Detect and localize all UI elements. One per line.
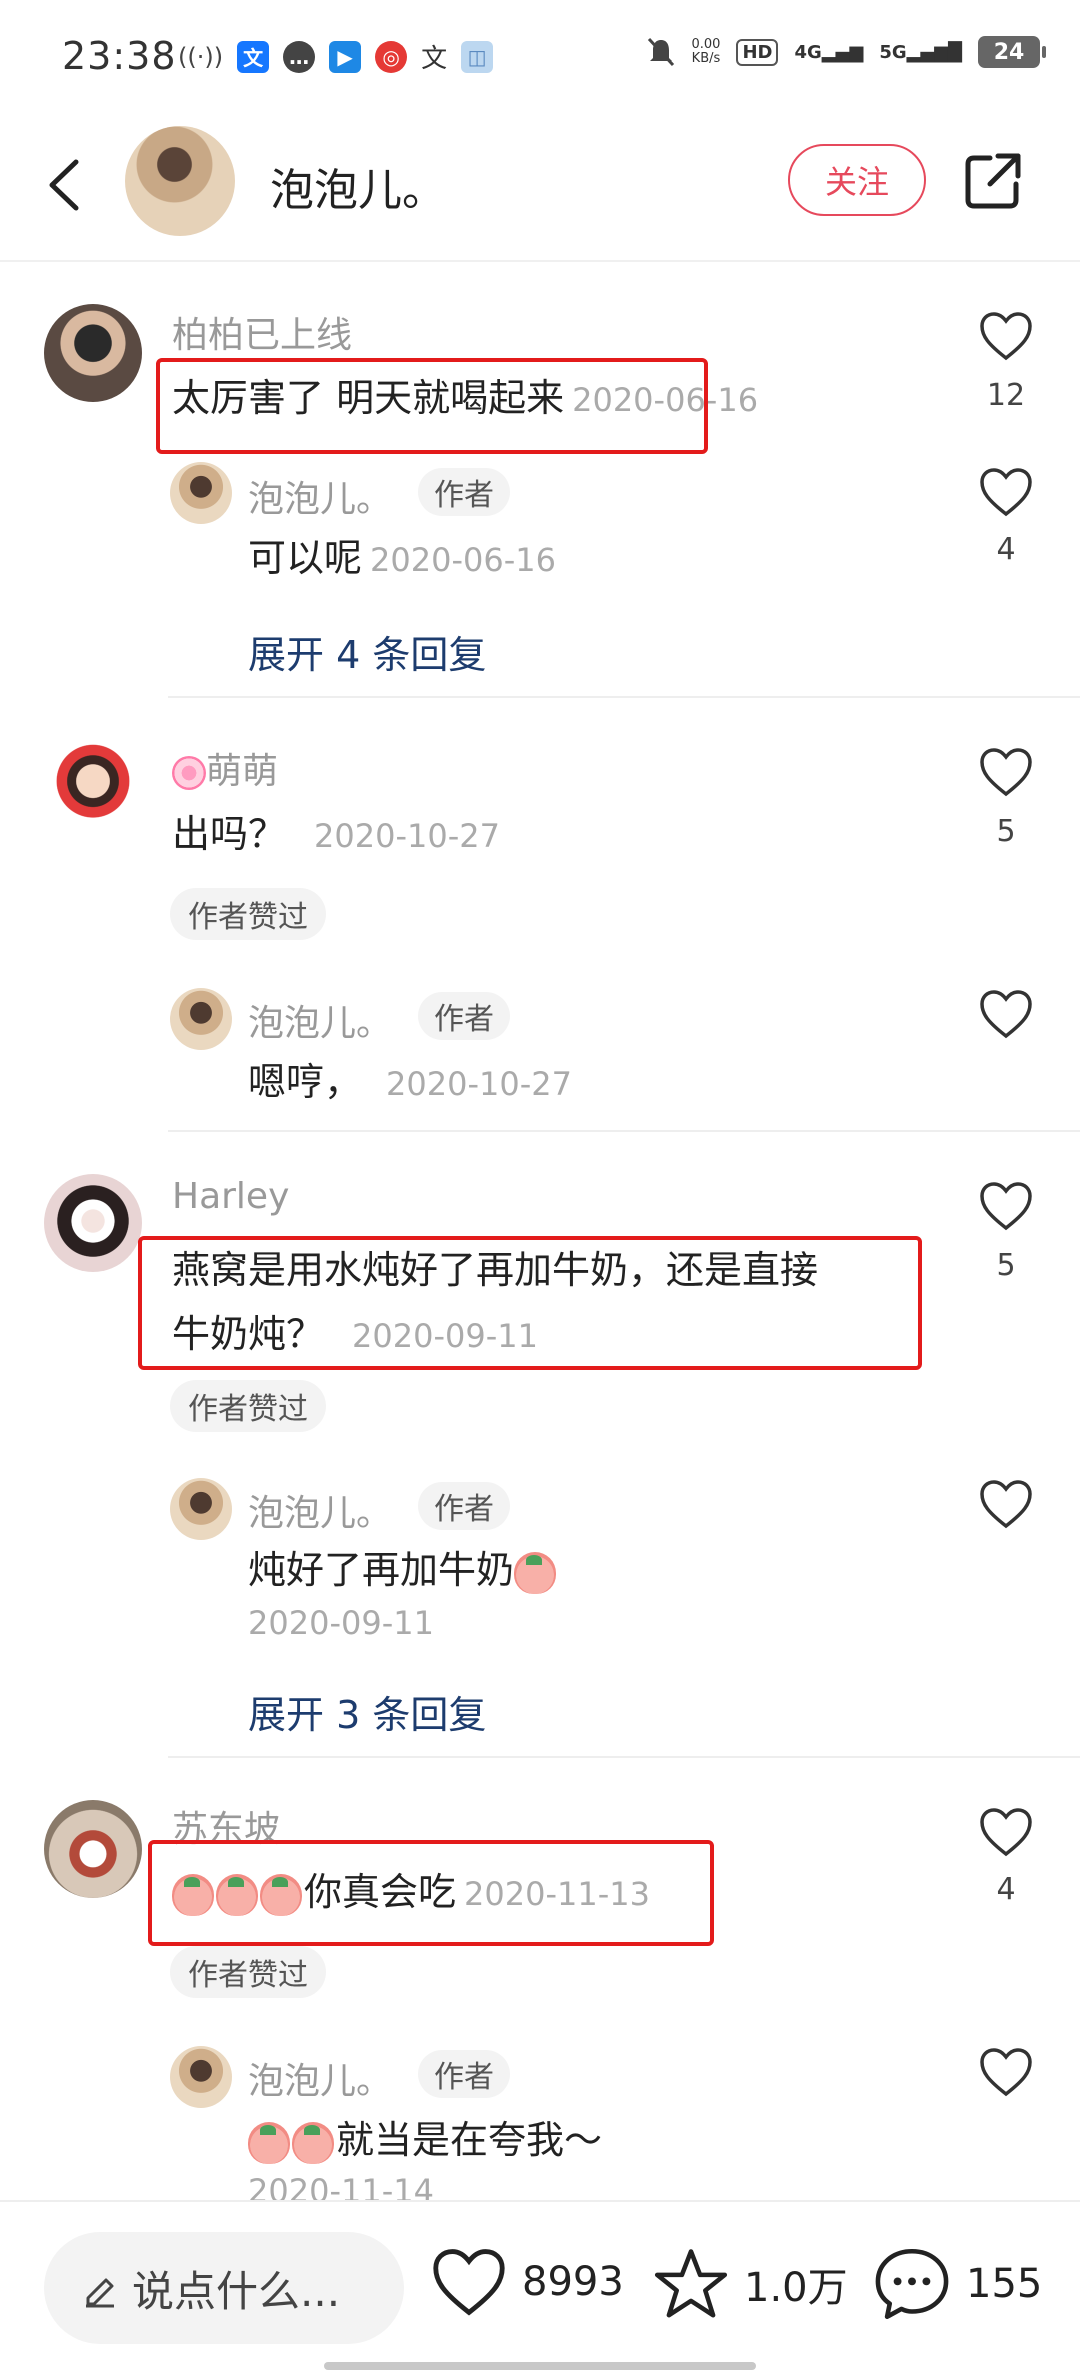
reply-date: 2020-09-11 xyxy=(248,1604,434,1642)
comment-button[interactable]: 155 xyxy=(872,2246,1042,2322)
notification-icons: ((·)) 文 … ▶ ◎ 文 ◫ xyxy=(178,38,494,75)
commenter-avatar[interactable] xyxy=(44,304,142,402)
divider xyxy=(168,1130,1080,1132)
reply-avatar[interactable] xyxy=(170,988,232,1050)
battery-icon: 24 xyxy=(978,36,1046,68)
reply-text[interactable]: 炖好了再加牛奶 xyxy=(248,1542,558,1598)
author-liked-tag: 作者赞过 xyxy=(170,1946,326,1998)
like-heart-icon[interactable] xyxy=(978,2046,1034,2098)
like-total: 8993 xyxy=(522,2259,624,2305)
commenter-avatar[interactable] xyxy=(44,1800,142,1898)
like-button[interactable]: 8993 xyxy=(430,2246,624,2318)
favorite-total: 1.0万 xyxy=(744,2265,848,2311)
netease-music-icon: ◎ xyxy=(375,40,408,73)
share-icon[interactable] xyxy=(962,150,1024,212)
divider xyxy=(168,696,1080,698)
heart-icon xyxy=(433,2249,505,2316)
star-icon xyxy=(654,2249,728,2318)
reply-date: 2020-10-27 xyxy=(386,1065,572,1103)
status-time: 23:38 xyxy=(62,34,177,78)
author-avatar[interactable] xyxy=(125,126,235,236)
reply-date: 2020-06-16 xyxy=(370,541,556,579)
back-arrow-icon[interactable] xyxy=(40,150,90,220)
like-heart-icon[interactable] xyxy=(978,466,1034,518)
expand-replies-link[interactable]: 展开 3 条回复 xyxy=(248,1684,486,1739)
commenter-avatar[interactable] xyxy=(44,1174,142,1272)
reply-text[interactable]: 就当是在夸我～ xyxy=(248,2112,602,2168)
like-heart-icon[interactable] xyxy=(978,1180,1034,1232)
comment-date: 2020-10-27 xyxy=(314,817,500,855)
message-icon: … xyxy=(283,40,316,73)
bottom-action-bar: 说点什么... 8993 1.0万 155 xyxy=(0,2200,1080,2376)
like-count: 5 xyxy=(996,814,1016,849)
reply-name[interactable]: 泡泡儿。 xyxy=(248,994,392,1046)
comment-text[interactable]: 出吗？ 2020-10-27 xyxy=(172,806,500,864)
signal-4g: 4G▂▄▆ xyxy=(794,41,864,63)
annotation-box xyxy=(148,1840,714,1946)
app-notification-icon: ▶ xyxy=(329,40,362,73)
comment-input[interactable]: 说点什么... xyxy=(44,2232,404,2344)
reply-text[interactable]: 嗯哼， 2020-10-27 xyxy=(248,1054,572,1112)
reply-avatar[interactable] xyxy=(170,1478,232,1540)
author-name[interactable]: 泡泡儿。 xyxy=(270,154,446,218)
status-right: 0.00 KB/s HD 4G▂▄▆ 5G▂▄▆█ 24 xyxy=(646,36,1046,68)
header: 泡泡儿。 关注 xyxy=(0,110,1080,262)
author-liked-tag: 作者赞过 xyxy=(170,1380,326,1432)
pencil-icon xyxy=(86,2278,114,2308)
hd-badge: HD xyxy=(736,38,779,66)
reply-name[interactable]: 泡泡儿。 xyxy=(248,470,392,522)
expand-replies-link[interactable]: 展开 4 条回复 xyxy=(248,624,486,679)
commenter-name[interactable]: Harley xyxy=(172,1176,289,1217)
reply-name[interactable]: 泡泡儿。 xyxy=(248,1484,392,1536)
annotation-box xyxy=(156,358,708,454)
status-bar: 23:38 ((·)) 文 … ▶ ◎ 文 ◫ 0.00 KB/s HD 4G▂… xyxy=(0,0,1080,110)
text-app-icon: 文 xyxy=(421,44,448,74)
author-tag: 作者 xyxy=(418,468,510,516)
author-tag: 作者 xyxy=(418,1482,510,1530)
like-count: 12 xyxy=(986,378,1026,413)
commenter-name[interactable]: 柏柏已上线 xyxy=(172,306,352,358)
like-count: 4 xyxy=(996,532,1016,567)
comment-bubble-icon xyxy=(875,2248,949,2320)
divider xyxy=(168,1756,1080,1758)
peach-emoji-icon xyxy=(514,1551,557,1594)
hotspot-icon: ((·)) xyxy=(178,42,224,71)
author-liked-tag: 作者赞过 xyxy=(170,888,326,940)
home-indicator[interactable] xyxy=(324,2362,756,2370)
comment-total: 155 xyxy=(966,2261,1043,2307)
reply-avatar[interactable] xyxy=(170,2046,232,2108)
like-count: 5 xyxy=(996,1248,1016,1283)
commenter-name[interactable]: 萌萌 xyxy=(172,742,278,794)
like-heart-icon[interactable] xyxy=(978,1478,1034,1530)
peach-emoji-icon xyxy=(292,2121,334,2164)
like-count: 4 xyxy=(996,1872,1016,1907)
square-app-icon: ◫ xyxy=(461,40,494,73)
peach-emoji-icon xyxy=(248,2121,290,2164)
follow-button[interactable]: 关注 xyxy=(788,144,926,216)
reply-avatar[interactable] xyxy=(170,462,232,524)
like-heart-icon[interactable] xyxy=(978,746,1034,798)
author-tag: 作者 xyxy=(418,992,510,1040)
like-heart-icon[interactable] xyxy=(978,1806,1034,1858)
author-tag: 作者 xyxy=(418,2050,510,2098)
lollipop-icon xyxy=(172,756,206,790)
like-heart-icon[interactable] xyxy=(978,988,1034,1040)
signal-5g: 5G▂▄▆█ xyxy=(879,41,962,63)
annotation-box xyxy=(138,1236,922,1370)
reply-name[interactable]: 泡泡儿。 xyxy=(248,2052,392,2104)
favorite-button[interactable]: 1.0万 xyxy=(652,2246,848,2322)
like-heart-icon[interactable] xyxy=(978,310,1034,362)
net-speed: 0.00 KB/s xyxy=(691,37,721,66)
mute-bell-icon xyxy=(647,37,674,67)
reply-text[interactable]: 可以呢 2020-06-16 xyxy=(248,530,556,588)
commenter-avatar[interactable] xyxy=(44,740,142,838)
alipay-app-icon: 文 xyxy=(237,40,270,73)
